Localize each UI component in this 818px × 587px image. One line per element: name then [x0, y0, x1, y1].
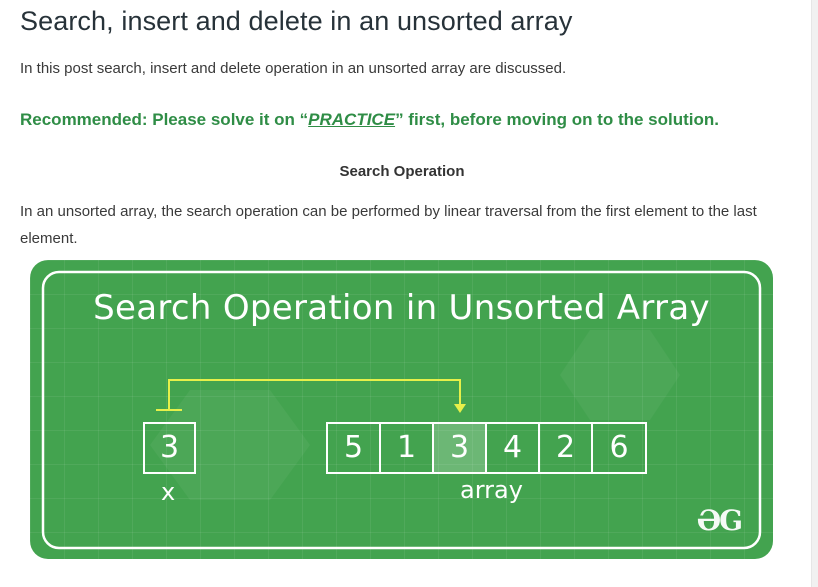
- recommended-suffix: ” first, before moving on to the solutio…: [395, 110, 720, 129]
- array-label: array: [460, 476, 523, 504]
- array-cell: 2: [538, 422, 593, 474]
- key-cell: 3: [143, 422, 196, 474]
- array-cell: 4: [485, 422, 540, 474]
- article-title: Search, insert and delete in an unsorted…: [20, 6, 573, 36]
- hexagon-decoration: [560, 330, 680, 420]
- array-cell-match: 3: [432, 422, 487, 474]
- array-cell: 1: [379, 422, 434, 474]
- array-cell: 6: [591, 422, 647, 474]
- section-heading: Search Operation: [339, 163, 465, 180]
- article-body: In an unsorted array, the search operati…: [20, 203, 757, 247]
- recommended-prefix: Recommended: Please solve it on “: [20, 110, 309, 129]
- diagram-title: Search Operation in Unsorted Array: [93, 288, 710, 328]
- recommended-note: Recommended: Please solve it on “PRACTIC…: [20, 110, 719, 130]
- practice-link[interactable]: PRACTICE: [308, 110, 395, 129]
- search-diagram-image: Search Operation in Unsorted Array 3 x 5…: [30, 260, 773, 559]
- scrollbar[interactable]: [811, 0, 818, 587]
- array-cell: 5: [326, 422, 381, 474]
- gfg-logo: ƏG: [696, 504, 743, 537]
- key-label: x: [161, 478, 176, 506]
- arrowhead-icon: [454, 404, 466, 413]
- article-intro: In this post search, insert and delete o…: [20, 60, 567, 77]
